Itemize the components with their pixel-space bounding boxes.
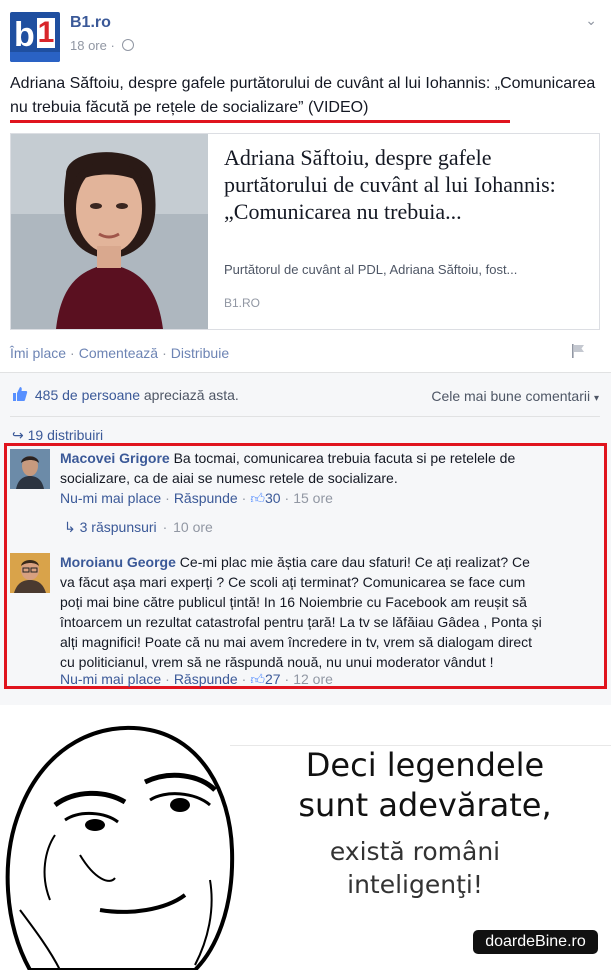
reply-link[interactable]: Răspunde — [174, 671, 238, 687]
comment-likes-value: 30 — [264, 490, 281, 506]
view-replies-link[interactable]: ↳ 3 răspunsuri · 10 ore — [64, 519, 213, 536]
link-preview-card[interactable]: Adriana Săftoiu, despre gafele purtătoru… — [10, 133, 600, 330]
post-time[interactable]: 18 ore — [70, 38, 107, 53]
comment-like-count[interactable]: 👍︎30 — [250, 490, 280, 506]
post-meta: 18 ore · — [70, 38, 135, 53]
b1-logo[interactable]: b 1 — [10, 12, 60, 62]
red-underline — [10, 120, 510, 123]
card-title[interactable]: Adriana Săftoiu, despre gafele purtătoru… — [224, 144, 564, 225]
rage-face-illustration — [5, 725, 235, 970]
meme-caption-main: Deci legendele sunt adevărate, — [298, 746, 552, 824]
comment-like-count[interactable]: 👍︎27 — [250, 671, 280, 687]
unlike-link[interactable]: Nu-mi mai place — [60, 490, 161, 506]
likes-count-link[interactable]: 485 de persoane — [35, 387, 140, 403]
comment-sort-label: Cele mai bune comentarii — [431, 388, 591, 404]
comment-link[interactable]: Comentează — [79, 345, 158, 361]
post-actions: Îmi place · Comentează · Distribuie — [10, 345, 230, 361]
post-text: Adriana Săftoiu, despre gafele purtătoru… — [10, 75, 596, 116]
comment-author[interactable]: Macovei Grigore — [60, 450, 170, 466]
card-description: Purtătorul de cuvânt al PDL, Adriana Săf… — [224, 262, 518, 277]
avatar[interactable] — [10, 449, 50, 489]
comment-text: Ce-mi plac mie ăștia care dau sfaturi! C… — [60, 554, 542, 670]
article-thumbnail[interactable] — [11, 134, 208, 329]
thumbs-up-icon: 👍︎ — [250, 490, 265, 506]
likes-summary: 485 de persoane apreciază asta. — [12, 386, 239, 405]
divider — [10, 416, 600, 417]
replies-time: 10 ore — [173, 519, 213, 535]
meme-caption-sub: există români inteligenţi! — [329, 837, 501, 899]
thumbs-up-icon — [12, 386, 28, 405]
share-link[interactable]: Distribuie — [171, 345, 229, 361]
comment-1-actions: Nu-mi mai place · Răspunde · 👍︎30 · 15 ore — [60, 490, 333, 506]
chevron-down-icon[interactable]: ⌄ — [585, 12, 597, 29]
comment-time[interactable]: 12 ore — [293, 671, 333, 687]
reply-arrow-icon: ↳ — [64, 519, 76, 535]
page-name-link[interactable]: B1.ro — [70, 14, 111, 32]
thumbs-up-icon: 👍︎ — [250, 671, 265, 687]
comment-sort-dropdown[interactable]: Cele mai bune comentarii ▾ — [431, 388, 599, 404]
avatar[interactable] — [10, 553, 50, 593]
flag-icon[interactable] — [570, 343, 586, 359]
comment-time[interactable]: 15 ore — [293, 490, 333, 506]
reply-link[interactable]: Răspunde — [174, 490, 238, 506]
comment-2-actions: Nu-mi mai place · Răspunde · 👍︎27 · 12 ore — [60, 671, 333, 687]
card-domain: B1.RO — [224, 296, 261, 310]
caret-down-icon: ▾ — [593, 393, 599, 404]
comment-author[interactable]: Moroianu George — [60, 554, 176, 570]
watermark-badge: doardeBine.ro — [473, 930, 598, 954]
replies-count: 3 răspunsuri — [79, 519, 157, 535]
shares-count: 19 distribuiri — [27, 427, 104, 443]
likes-suffix: apreciază asta. — [143, 387, 239, 403]
shares-link[interactable]: ↪ 19 distribuiri — [12, 427, 103, 444]
facebook-post: b 1 B1.ro 18 ore · ⌄ Adriana Săftoiu, de… — [0, 0, 611, 712]
comment-1: Macovei Grigore Ba tocmai, comunicarea t… — [60, 448, 540, 488]
share-arrow-icon: ↪ — [12, 427, 24, 443]
globe-icon — [122, 39, 135, 51]
comment-2: Moroianu George Ce-mi plac mie ăștia car… — [60, 552, 542, 672]
meme-panel: Deci legendele sunt adevărate, există ro… — [0, 705, 611, 970]
like-link[interactable]: Îmi place — [10, 345, 66, 361]
comment-likes-value: 27 — [264, 671, 281, 687]
unlike-link[interactable]: Nu-mi mai place — [60, 671, 161, 687]
